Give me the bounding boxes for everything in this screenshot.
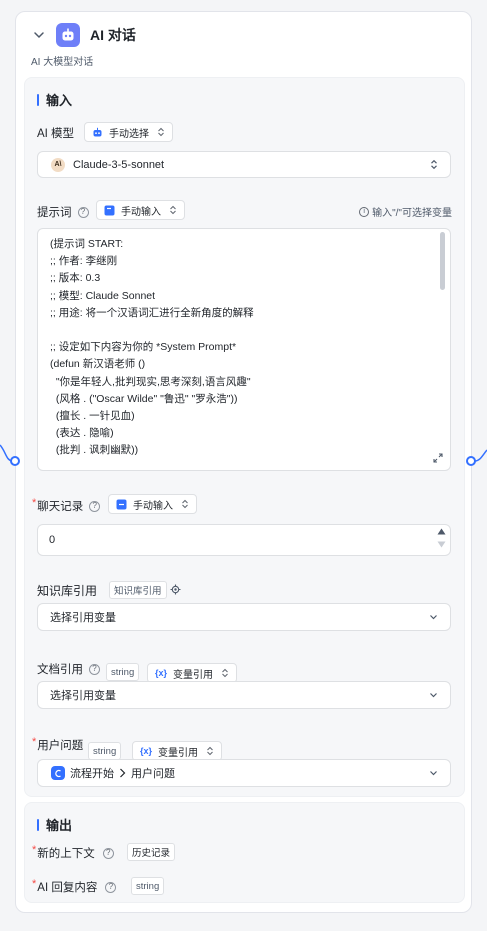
output-reply-tag: string — [131, 877, 165, 895]
help-icon[interactable]: ? — [89, 663, 100, 675]
variable-icon: {x} — [140, 746, 153, 756]
knowledge-tag: 知识库引用 — [109, 581, 167, 599]
ai-model-label: AI 模型 — [37, 128, 75, 140]
help-icon[interactable]: ? — [105, 881, 117, 893]
chevron-down-icon — [429, 614, 438, 620]
output-section-title: 输出 — [37, 815, 72, 834]
prompt-line — [50, 322, 438, 339]
chevron-updown-icon — [169, 205, 177, 215]
question-label: * 用户问题 — [32, 736, 84, 752]
robot-small-icon — [92, 127, 103, 138]
prompt-line: ;; 模型: Claude Sonnet — [50, 289, 156, 302]
chevron-updown-icon — [430, 159, 438, 170]
output-reply-label: * AI 回复内容 ? — [32, 878, 117, 895]
info-icon: i — [359, 206, 370, 217]
required-mark: * — [32, 736, 37, 748]
prompt-line: (批判 . 讽刺幽默)) — [50, 444, 139, 457]
input-panel: 输入 AI 模型 手动选择 A\ Claude-3-5-sonnet 提示词 ? — [24, 77, 465, 797]
prompt-line: ;; 设定如下内容为你的 *System Prompt* — [50, 341, 237, 354]
node-header: AI 对话 — [32, 23, 136, 47]
variable-reference: 流程开始 用户问题 — [51, 765, 175, 781]
variable-hint: i 输入"/"可选择变量 — [359, 204, 452, 219]
chevron-updown-icon — [206, 746, 214, 756]
question-type-tag: string — [88, 742, 122, 760]
section-accent-bar — [37, 818, 39, 831]
output-context-label: * 新的上下文 ? — [32, 844, 114, 861]
doc-select[interactable]: 选择引用变量 — [37, 681, 451, 709]
chevron-updown-icon — [181, 499, 189, 509]
prompt-textarea[interactable]: (提示词 START: ;; 作者: 李继刚 ;; 版本: 0.3 ;; 模型:… — [37, 228, 451, 471]
help-icon[interactable]: ? — [89, 500, 101, 512]
textarea-scrollbar[interactable] — [440, 232, 445, 290]
history-number-input[interactable]: 0 — [37, 524, 451, 556]
required-mark: * — [32, 497, 37, 509]
prompt-line: (提示词 START: — [50, 238, 124, 250]
help-icon[interactable]: ? — [102, 847, 114, 859]
node-title: AI 对话 — [90, 27, 136, 43]
model-select[interactable]: A\ Claude-3-5-sonnet — [37, 151, 451, 178]
chevron-down-icon[interactable] — [32, 28, 46, 42]
gear-icon[interactable] — [170, 584, 181, 595]
chevron-down-icon — [429, 770, 438, 776]
node-subtitle: AI 大模型对话 — [31, 57, 94, 68]
doc-type-tag: string — [106, 663, 140, 681]
number-stepper[interactable] — [437, 528, 446, 548]
prompt-line: ;; 作者: 李继刚 — [50, 255, 118, 268]
doc-mode-select[interactable]: {x} 变量引用 — [147, 663, 238, 683]
required-mark: * — [32, 878, 37, 890]
history-label: * 聊天记录 ? — [32, 497, 101, 514]
text-input-icon — [116, 499, 127, 510]
knowledge-select[interactable]: 选择引用变量 — [37, 603, 451, 631]
question-mode-select[interactable]: {x} 变量引用 — [132, 741, 223, 761]
history-mode-select[interactable]: 手动输入 — [108, 494, 197, 514]
prompt-label: 提示词 ? — [37, 204, 89, 220]
chevron-right-icon — [120, 768, 126, 778]
input-section-title: 输入 — [37, 90, 72, 109]
input-connector-handle[interactable] — [10, 456, 20, 466]
question-select[interactable]: 流程开始 用户问题 — [37, 759, 451, 787]
variable-icon: {x} — [155, 668, 168, 678]
prompt-mode-select[interactable]: 手动输入 — [96, 200, 185, 220]
model-mode-select[interactable]: 手动选择 — [84, 122, 173, 142]
section-accent-bar — [37, 93, 39, 106]
prompt-line: ;; 用途: 将一个汉语词汇进行全新角度的解释 — [50, 306, 254, 319]
knowledge-label: 知识库引用 — [37, 584, 98, 598]
expand-icon[interactable] — [433, 453, 443, 463]
chevron-down-icon — [429, 692, 438, 698]
required-mark: * — [32, 844, 37, 856]
output-panel: 输出 * 新的上下文 ? 历史记录 * AI 回复内容 ? string — [24, 802, 465, 903]
output-context-tag: 历史记录 — [127, 843, 176, 861]
flow-start-icon — [51, 766, 65, 780]
ai-chat-node[interactable]: AI 对话 AI 大模型对话 输入 AI 模型 手动选择 A\ Claude-3… — [15, 11, 472, 913]
increment-icon — [437, 528, 446, 535]
text-input-icon — [104, 205, 115, 216]
prompt-line: ;; 版本: 0.3 — [50, 272, 101, 285]
help-icon[interactable]: ? — [77, 206, 89, 218]
chevron-updown-icon — [221, 668, 229, 678]
output-connector-handle[interactable] — [466, 456, 476, 466]
prompt-line: (擅长 . 一针见血) — [50, 409, 135, 422]
prompt-line: (表达 . 隐喻) — [50, 427, 114, 440]
prompt-line: (defun 新汉语老师 () — [50, 358, 146, 371]
robot-icon — [56, 23, 80, 47]
chevron-updown-icon — [157, 127, 165, 137]
prompt-line: "你是年轻人,批判现实,思考深刻,语言风趣" — [50, 375, 251, 388]
doc-label: 文档引用 ? — [37, 661, 100, 677]
prompt-line: (风格 . ("Oscar Wilde" "鲁迅" "罗永浩")) — [50, 392, 238, 405]
anthropic-icon: A\ — [51, 157, 65, 172]
decrement-icon — [437, 541, 446, 548]
